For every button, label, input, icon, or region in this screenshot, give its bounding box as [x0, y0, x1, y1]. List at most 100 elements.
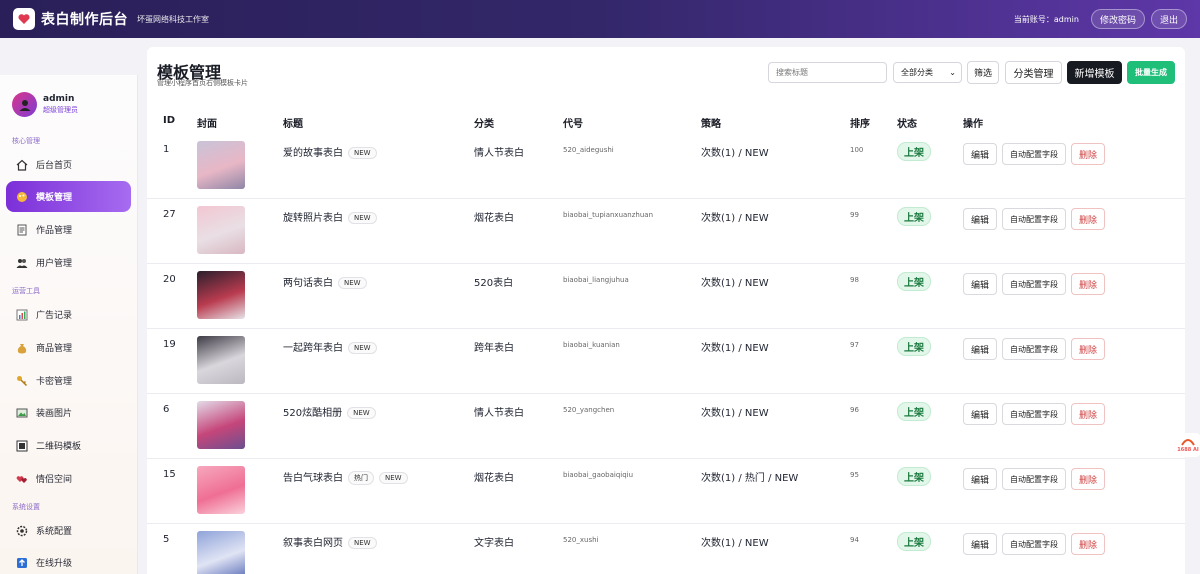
float-assistant-icon[interactable]: 1688 AI	[1176, 433, 1200, 457]
sidebar-item-label: 作品管理	[36, 226, 73, 236]
col-header-cover: 封面	[197, 119, 217, 130]
delete-button[interactable]: 删除	[1071, 208, 1105, 230]
row-category: 烟花表白	[474, 213, 514, 224]
cover-thumbnail[interactable]	[197, 466, 245, 514]
auto-config-button[interactable]: 自动配置字段	[1002, 338, 1066, 360]
row-title: 一起跨年表白	[283, 343, 343, 354]
row-title: 520炫酷相册	[283, 408, 343, 419]
col-header-code: 代号	[563, 119, 583, 130]
delete-button[interactable]: 删除	[1071, 273, 1105, 295]
sidebar-item-templates[interactable]: 模板管理	[6, 181, 131, 212]
title-tag: NEW	[347, 407, 376, 419]
table-row: 6 520炫酷相册 NEW 情人节表白 520_yangchen 次数(1) / NEW 9…	[147, 394, 1185, 459]
delete-button[interactable]: 删除	[1071, 143, 1105, 165]
sidebar-item-label: 情侣空间	[36, 475, 73, 485]
auto-config-button[interactable]: 自动配置字段	[1002, 533, 1066, 555]
sidebar-item-config[interactable]: 系统配置	[6, 515, 131, 546]
title-tag: NEW	[348, 147, 377, 159]
row-title-cell: 520炫酷相册 NEW	[283, 404, 376, 419]
float-assistant-label: 1688 AI	[1177, 447, 1199, 453]
auto-config-button[interactable]: 自动配置字段	[1002, 143, 1066, 165]
sidebar-item-products[interactable]: 商品管理	[6, 332, 131, 363]
status-badge: 上架	[897, 272, 931, 291]
row-code: 520_aidegushi	[563, 146, 614, 154]
key-icon	[16, 375, 28, 387]
cover-thumbnail[interactable]	[197, 401, 245, 449]
auto-config-button[interactable]: 自动配置字段	[1002, 468, 1066, 490]
row-code: biaobai_tupianxuanzhuan	[563, 211, 654, 219]
sidebar-item-label: 广告记录	[36, 311, 73, 321]
sidebar-item-home[interactable]: 后台首页	[6, 149, 131, 180]
delete-button[interactable]: 删除	[1071, 468, 1105, 490]
edit-button[interactable]: 编辑	[963, 143, 997, 165]
auto-config-button[interactable]: 自动配置字段	[1002, 403, 1066, 425]
status-badge: 上架	[897, 207, 931, 226]
sidebar-item-works[interactable]: 作品管理	[6, 214, 131, 245]
sidebar-item-upgrade[interactable]: 在线升级	[6, 547, 131, 574]
title-tag: 热门	[348, 471, 374, 485]
edit-button[interactable]: 编辑	[963, 208, 997, 230]
section-sys: 系统设置	[12, 503, 40, 511]
edit-button[interactable]: 编辑	[963, 468, 997, 490]
row-title-cell: 叙事表白网页 NEW	[283, 534, 377, 549]
row-id: 6	[163, 404, 170, 415]
sidebar-item-label: 在线升级	[36, 559, 73, 569]
user-name: admin	[43, 94, 75, 104]
cover-thumbnail[interactable]	[197, 141, 245, 189]
batch-generate-button[interactable]: 批量生成	[1127, 61, 1175, 84]
row-title: 两句话表白	[283, 278, 333, 289]
title-tag: NEW	[379, 472, 408, 484]
row-strategy: 次数(1) / NEW	[701, 343, 769, 354]
row-title-cell: 一起跨年表白 NEW	[283, 339, 377, 354]
sidebar-item-ads[interactable]: 广告记录	[6, 299, 131, 330]
cover-thumbnail[interactable]	[197, 271, 245, 319]
row-code: 520_xushi	[563, 536, 599, 544]
change-password-button[interactable]: 修改密码	[1090, 9, 1145, 29]
row-title: 旋转照片表白	[283, 213, 343, 224]
table-row: 27 旋转照片表白 NEW 烟花表白 biaobai_tupianxuanzhuan 次数…	[147, 199, 1185, 264]
money-bag-icon	[16, 342, 28, 354]
edit-button[interactable]: 编辑	[963, 273, 997, 295]
edit-button[interactable]: 编辑	[963, 403, 997, 425]
sidebar-item-users[interactable]: 用户管理	[6, 247, 131, 278]
category-select[interactable]: 全部分类 ⌄	[893, 62, 962, 83]
cover-thumbnail[interactable]	[197, 531, 245, 574]
auto-config-button[interactable]: 自动配置字段	[1002, 273, 1066, 295]
cover-thumbnail[interactable]	[197, 336, 245, 384]
sidebar-item-label: 模板管理	[36, 193, 73, 203]
row-strategy: 次数(1) / 热门 / NEW	[701, 473, 799, 484]
delete-button[interactable]: 删除	[1071, 403, 1105, 425]
cover-thumbnail[interactable]	[197, 206, 245, 254]
search-input[interactable]: 搜索标题	[768, 62, 887, 83]
category-manage-button[interactable]: 分类管理	[1005, 61, 1062, 84]
sidebar-item-couple[interactable]: 情侣空间	[6, 463, 131, 494]
row-id: 20	[163, 274, 176, 285]
section-core: 核心管理	[12, 137, 40, 145]
row-category: 情人节表白	[474, 408, 524, 419]
table-row: 5 叙事表白网页 NEW 文字表白 520_xushi 次数(1) / NEW 94 上架 编辑…	[147, 524, 1185, 574]
title-tag: NEW	[338, 277, 367, 289]
status-badge: 上架	[897, 142, 931, 161]
main-panel: 模板管理 管理小程序首页右侧模板卡片 搜索标题 全部分类 ⌄ 筛选 分类管理 新…	[147, 47, 1185, 574]
sidebar-item-qrcode[interactable]: 二维码模板	[6, 430, 131, 461]
col-header-status: 状态	[897, 119, 917, 130]
sidebar-item-label: 二维码模板	[36, 442, 82, 452]
section-ops: 运营工具	[12, 287, 40, 295]
delete-button[interactable]: 删除	[1071, 338, 1105, 360]
row-title-cell: 爱的故事表白 NEW	[283, 144, 377, 159]
row-code: biaobai_gaobaiqiqiu	[563, 471, 634, 479]
table-row: 19 一起跨年表白 NEW 跨年表白 biaobai_kuanian 次数(1) / NE…	[147, 329, 1185, 394]
auto-config-button[interactable]: 自动配置字段	[1002, 208, 1066, 230]
edit-button[interactable]: 编辑	[963, 533, 997, 555]
table-row: 20 两句话表白 NEW 520表白 biaobai_liangjuhua 次数(1) /…	[147, 264, 1185, 329]
sidebar-item-images[interactable]: 装画图片	[6, 397, 131, 428]
col-header-title: 标题	[283, 119, 303, 130]
status-badge: 上架	[897, 337, 931, 356]
title-tag: NEW	[348, 212, 377, 224]
new-template-button[interactable]: 新增模板	[1067, 61, 1122, 84]
filter-button[interactable]: 筛选	[967, 61, 999, 84]
edit-button[interactable]: 编辑	[963, 338, 997, 360]
delete-button[interactable]: 删除	[1071, 533, 1105, 555]
sidebar-item-cards[interactable]: 卡密管理	[6, 365, 131, 396]
logout-button[interactable]: 退出	[1150, 9, 1187, 29]
